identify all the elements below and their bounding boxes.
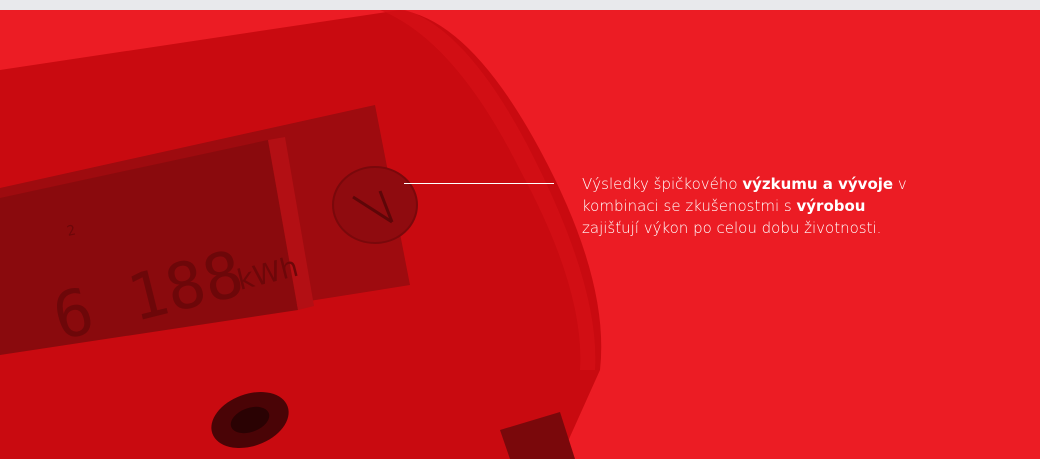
callout-line (404, 183, 554, 184)
callout-text: Výsledky špičkového výzkumu a vývoje v k… (582, 175, 907, 237)
callout-highlight-research: výzkumu a vývoje (742, 175, 894, 193)
hero-banner: 2 6 188 kWh Výsledky špičkového výzkumu … (0, 10, 1040, 459)
callout-highlight-production: výrobou (796, 197, 866, 215)
